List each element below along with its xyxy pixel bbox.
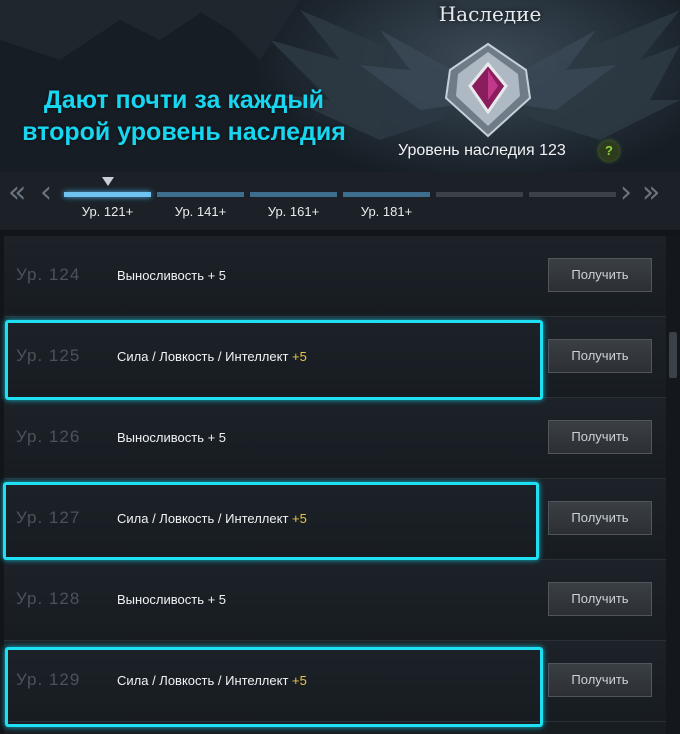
chevron-left-icon[interactable]: ‹ — [40, 178, 52, 208]
claim-button[interactable]: Получить — [548, 663, 652, 697]
list-item: Ур. 124 Выносливость + 5 Получить — [4, 236, 666, 317]
row-level: Ур. 124 — [16, 265, 81, 284]
list-item: Ур. 128 Выносливость + 5 Получить — [4, 560, 666, 641]
highlight-box-127 — [3, 482, 539, 560]
help-icon[interactable]: ? — [599, 141, 619, 161]
double-chevron-right-icon[interactable]: » — [642, 178, 660, 208]
tab-161-label[interactable]: Ур. 161+ — [250, 204, 337, 219]
legacy-header: Наследие Дают почти за каждый второй уро… — [0, 0, 680, 172]
tab-141-label[interactable]: Ур. 141+ — [157, 204, 244, 219]
page-title: Наследие — [438, 2, 542, 26]
tab-121-bar[interactable] — [64, 192, 151, 197]
tab-181-label[interactable]: Ур. 181+ — [343, 204, 430, 219]
list-item: Ур. 126 Выносливость + 5 Получить — [4, 398, 666, 479]
scrollbar-track[interactable] — [666, 236, 680, 734]
tab-empty-bar-1[interactable] — [436, 192, 523, 197]
tab-161-bar[interactable] — [250, 192, 337, 197]
double-chevron-left-icon[interactable]: « — [8, 178, 26, 208]
annotation-line-2: второй уровень наследия — [22, 118, 346, 146]
legacy-level-label: Уровень наследия 123 — [398, 142, 566, 159]
tab-141-bar[interactable] — [157, 192, 244, 197]
chevron-right-icon[interactable]: › — [620, 178, 632, 208]
tab-empty-bar-2[interactable] — [529, 192, 616, 197]
claim-button[interactable]: Получить — [548, 420, 652, 454]
row-level: Ур. 126 — [16, 427, 81, 446]
legacy-emblem-icon — [444, 42, 532, 138]
scrollbar-thumb[interactable] — [669, 332, 677, 378]
highlight-box-125 — [5, 320, 543, 400]
claim-button[interactable]: Получить — [548, 501, 652, 535]
claim-button[interactable]: Получить — [548, 339, 652, 373]
annotation-text: Дают почти за каждый второй уровень насл… — [14, 84, 354, 148]
highlight-box-129 — [5, 647, 543, 727]
level-tab-strip: « ‹ Ур. 121+ Ур. 141+ Ур. 161+ Ур. 181+ … — [0, 172, 680, 230]
tab-181-bar[interactable] — [343, 192, 430, 197]
annotation-line-1: Дают почти за каждый — [43, 86, 325, 114]
row-level: Ур. 128 — [16, 589, 81, 608]
row-description: Выносливость + 5 — [117, 430, 227, 445]
claim-button[interactable]: Получить — [548, 582, 652, 616]
claim-button[interactable]: Получить — [548, 258, 652, 292]
row-description: Выносливость + 5 — [117, 592, 227, 607]
row-description: Выносливость + 5 — [117, 268, 227, 283]
current-position-marker — [102, 177, 114, 186]
tab-121-label[interactable]: Ур. 121+ — [64, 204, 151, 219]
